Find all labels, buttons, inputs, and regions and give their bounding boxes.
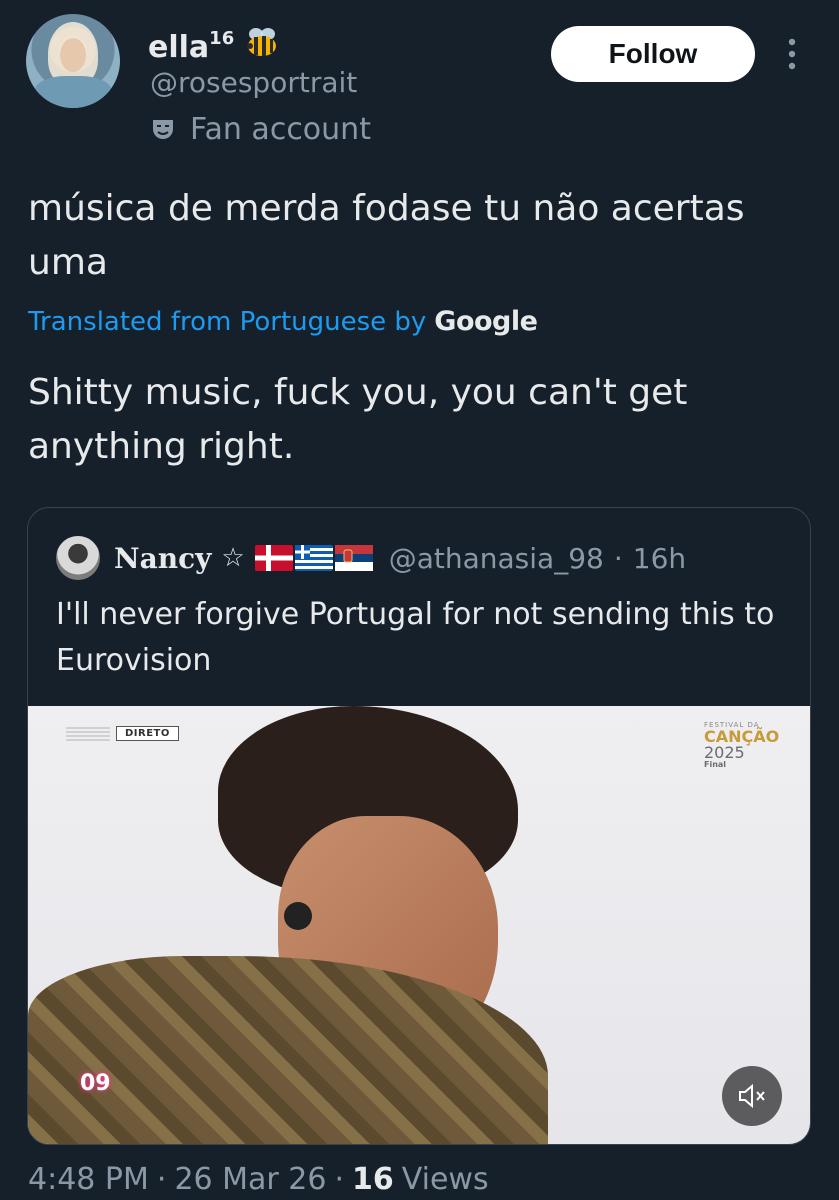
bee-icon [247,28,277,56]
tweet-text: música de merda fodase tu não acertas um… [28,188,745,283]
festival-logo: FESTIVAL DA CANÇÃO 2025 Final [704,722,779,769]
follow-button[interactable]: Follow [551,26,755,82]
mute-toggle-button[interactable] [722,1066,782,1126]
denmark-flag-icon [254,545,293,571]
tweet-time[interactable]: 4:48 PM [28,1162,149,1197]
serbia-flag-icon [334,545,373,571]
speaker-muted-icon [739,1083,765,1109]
translated-text: Shitty music, fuck you, you can't get an… [28,372,688,467]
quoted-tweet-text: I'll never forgive Portugal for not send… [56,597,775,678]
author-name-row[interactable]: ella16 [148,22,280,67]
author-handle[interactable]: @rosesportrait [150,66,357,99]
author-display-name[interactable]: ella16 [148,22,234,67]
live-overlay: DIRETO [66,726,179,741]
header-separator: · [613,541,623,575]
quoted-timestamp[interactable]: 16h [633,542,686,575]
festival-line3: 2025 [704,743,745,762]
greece-flag-icon [294,545,333,571]
festival-line4: Final [704,760,727,769]
views-label: Views [401,1162,489,1197]
translation-attribution[interactable]: Translated from Portuguese by Google [28,306,538,337]
meta-separator: · [334,1162,345,1197]
avatar-face [60,38,86,72]
live-tag: DIRETO [116,726,179,741]
broadcaster-logo-icon [66,726,110,741]
name-superscript: 16 [209,28,235,49]
star-icon: ☆ [221,543,245,573]
video-player[interactable]: DIRETO FESTIVAL DA CANÇÃO 2025 Final 09 [28,706,810,1144]
meta-separator: · [156,1162,167,1197]
avatar-body [34,76,112,108]
account-label: Fan account [150,112,371,147]
views-count: 16 [352,1162,394,1197]
translated-prefix: Translated from Portuguese by [28,306,427,337]
quoted-tweet-card[interactable]: Nancy ☆ @athanasia_98 · 16h I'll never f… [27,507,811,1145]
flag-emoji-group [254,545,373,571]
account-label-text: Fan account [190,112,371,147]
author-avatar[interactable] [26,14,120,108]
google-logo-text: Google [434,306,538,337]
quoted-author-handle[interactable]: @athanasia_98 [389,542,604,575]
theater-mask-icon [153,119,173,139]
quoted-tweet-header: Nancy ☆ @athanasia_98 · 16h [56,536,686,580]
quoted-author-avatar[interactable] [56,536,100,580]
quoted-author-name[interactable]: Nancy [114,542,211,575]
tweet-date[interactable]: 26 Mar 26 [174,1162,326,1197]
tweet-meta: 4:48 PM · 26 Mar 26 · 16 Views [28,1162,489,1197]
channel-number-badge: 09 [80,1071,111,1096]
more-options-icon[interactable] [782,36,802,72]
in-ear-monitor [284,902,312,930]
